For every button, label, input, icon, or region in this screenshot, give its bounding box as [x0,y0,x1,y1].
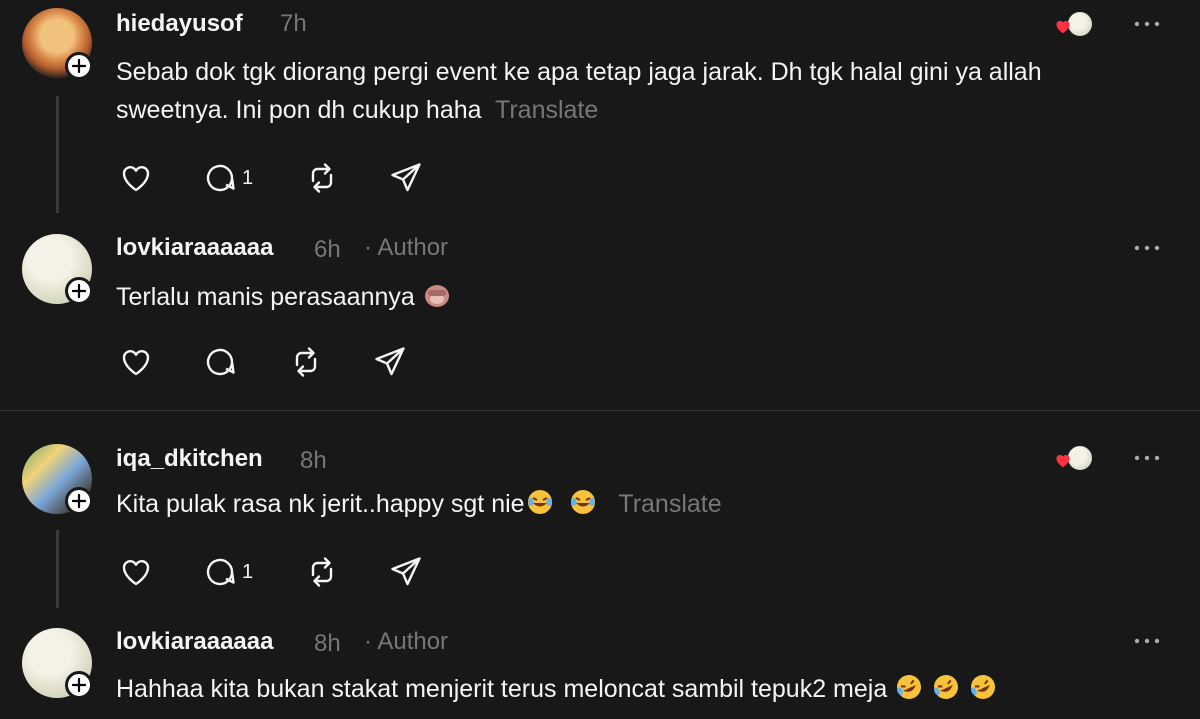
share-button[interactable] [372,342,408,382]
username[interactable]: iqa_dkitchen [116,445,263,473]
share-button[interactable] [388,552,424,592]
repost-icon [311,557,333,587]
post-text: Sebab dok tgk diorang pergi event ke apa… [116,53,1146,129]
follow-plus-icon[interactable] [65,671,93,699]
timestamp: 7h [280,10,307,37]
liked-by-author [1052,8,1098,42]
comment-icon [206,558,235,586]
username[interactable]: lovkiaraaaaaa [116,234,273,262]
author-badge: · Author [364,234,449,261]
comment-icon [206,348,235,376]
follow-plus-icon[interactable] [65,277,93,305]
share-icon [391,557,421,586]
reply-button[interactable]: 1 [202,552,253,592]
timestamp: 8h [300,447,327,474]
reply-count: 1 [242,166,254,189]
heart-icon [122,350,150,376]
more-icon[interactable] [1132,238,1162,258]
repost-button[interactable] [304,158,340,198]
more-icon[interactable] [1132,631,1162,651]
post-body: Hahhaa kita bukan stakat menjerit terus … [116,675,888,703]
follow-plus-icon[interactable] [65,487,93,515]
comment-icon [206,164,235,192]
heart-icon [122,560,150,586]
repost-icon [295,347,317,377]
heart-icon [1056,454,1070,468]
repost-icon [311,163,333,193]
post-text: Hahhaa kita bukan stakat menjerit terus … [116,670,1146,708]
rofl-emoji-icon [934,675,959,699]
timestamp: 8h [314,630,341,657]
post-body: Terlalu manis perasaannya [116,283,415,311]
heart-icon [1056,20,1070,34]
like-button[interactable] [118,552,154,592]
repost-button[interactable] [304,552,340,592]
joy-emoji-icon [527,490,552,514]
timestamp: 6h [314,236,341,263]
like-button[interactable] [118,158,154,198]
author-badge: · Author [364,628,449,655]
thread-divider [0,410,1200,411]
translate-link[interactable]: Translate [495,96,598,124]
share-icon [391,163,421,192]
reply-button[interactable]: 1 [202,158,253,198]
follow-plus-icon[interactable] [65,52,93,80]
heart-icon [122,166,150,192]
thread-line [56,530,59,608]
thread-line [56,96,59,213]
share-icon [375,347,405,376]
more-icon[interactable] [1132,448,1162,468]
username[interactable]: lovkiaraaaaaa [116,628,273,656]
translate-link[interactable]: Translate [618,490,721,518]
more-icon[interactable] [1132,14,1162,34]
post-text: Kita pulak rasa nk jerit..happy sgt nie … [116,485,1146,523]
reply-button[interactable] [202,342,238,382]
post-body: Kita pulak rasa nk jerit..happy sgt nie [116,490,525,518]
see-no-evil-monkey-emoji-icon [424,285,449,307]
like-button[interactable] [118,342,154,382]
post-text: Terlalu manis perasaannya [116,278,1146,316]
username[interactable]: hiedayusof [116,10,243,38]
reply-count: 1 [242,560,254,583]
liked-by-author [1052,442,1098,476]
share-button[interactable] [388,158,424,198]
rofl-emoji-icon [971,675,996,699]
joy-emoji-icon [570,490,595,514]
repost-button[interactable] [288,342,324,382]
rofl-emoji-icon [897,675,922,699]
